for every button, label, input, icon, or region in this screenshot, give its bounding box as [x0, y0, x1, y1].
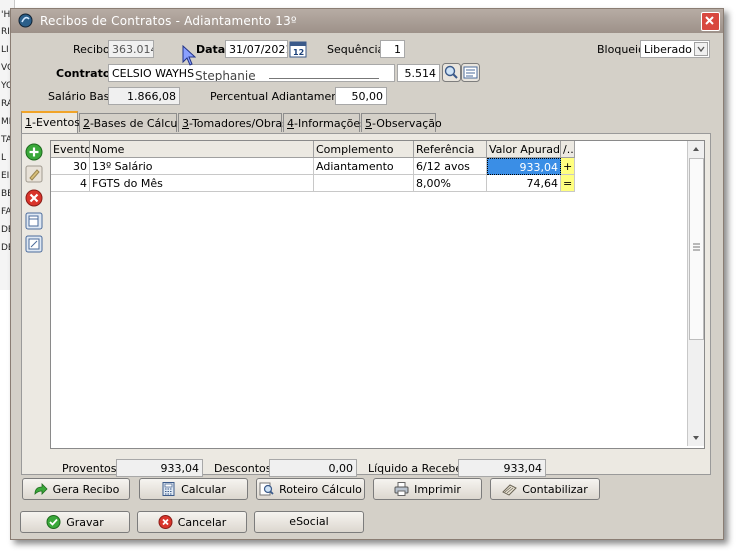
- eventos-grid: Evento Nome Complemento Referência Valor…: [50, 140, 705, 449]
- scrollbar-thumb[interactable]: [689, 158, 704, 340]
- mouse-cursor-icon: [182, 45, 196, 66]
- background-item: RI: [1, 27, 10, 37]
- title-bar[interactable]: Recibos de Contratos - Adiantamento 13º: [11, 9, 723, 33]
- tab-tomadores-obras[interactable]: 3-Tomadores/Obras: [178, 113, 288, 132]
- cancelar-button[interactable]: Cancelar: [137, 511, 247, 533]
- tab-informacoes[interactable]: 4-Informações: [283, 113, 366, 132]
- percentual-field[interactable]: 50,00: [335, 87, 387, 105]
- column-header-valor-apurado[interactable]: Valor Apurado: [487, 141, 561, 158]
- svg-text:12: 12: [293, 48, 304, 57]
- ledger-icon: [502, 484, 518, 496]
- table-cell-evento[interactable]: 30: [51, 158, 90, 175]
- roteiro-calculo-button[interactable]: Roteiro Cálculo: [256, 478, 365, 500]
- sequencia-label: Sequência: [327, 43, 385, 56]
- column-header-sinal[interactable]: /...: [561, 141, 575, 158]
- chevron-down-icon[interactable]: [694, 42, 708, 56]
- edit-icon[interactable]: [25, 165, 43, 183]
- recibo-label: Recibo: [73, 43, 110, 56]
- table-cell-referencia[interactable]: 6/12 avos: [414, 158, 487, 175]
- magnifier-document-icon: [259, 482, 274, 496]
- app-icon: [18, 13, 33, 28]
- contrato-code-field[interactable]: 5.514: [397, 64, 440, 82]
- bloqueio-select[interactable]: Liberado: [640, 40, 710, 58]
- contrato-name: CELSIO WAYHS: [112, 67, 195, 80]
- recibo-field[interactable]: 363.014: [108, 40, 154, 58]
- recibo-window: Recibos de Contratos - Adiantamento 13º …: [10, 8, 724, 540]
- tab-observacao[interactable]: 5-Observação: [361, 113, 442, 132]
- column-header-nome[interactable]: Nome: [90, 141, 314, 158]
- table-cell-nome[interactable]: FGTS do Mês: [90, 175, 314, 192]
- table-cell-valor-selected[interactable]: 933,04: [487, 158, 561, 175]
- bloqueio-value: Liberado: [644, 43, 692, 56]
- grip-icon: [693, 243, 700, 251]
- imprimir-button[interactable]: Imprimir: [373, 478, 482, 500]
- tab-eventos[interactable]: 1-Eventos: [21, 111, 80, 133]
- gera-recibo-button[interactable]: Gera Recibo: [22, 478, 130, 500]
- calculator-icon: [162, 482, 175, 496]
- list-icon[interactable]: [461, 63, 480, 82]
- column-header-evento[interactable]: Evento: [51, 141, 90, 158]
- document-icon[interactable]: [25, 235, 43, 253]
- vertical-scrollbar[interactable]: [687, 141, 704, 446]
- background-item: LI: [1, 45, 9, 55]
- descontos-label: Descontos: [214, 462, 272, 475]
- salario-base-field[interactable]: 1.866,08: [108, 87, 180, 105]
- table-cell-valor[interactable]: 74,64: [487, 175, 561, 192]
- bloqueio-label: Bloqueio: [597, 43, 645, 56]
- percentual-label: Percentual Adiantamento: [210, 90, 350, 103]
- gravar-button[interactable]: Gravar: [20, 511, 130, 533]
- column-header-referencia[interactable]: Referência: [414, 141, 487, 158]
- salario-base-label: Salário Base: [48, 90, 117, 103]
- window-title: Recibos de Contratos - Adiantamento 13º: [40, 14, 297, 28]
- table-cell-nome[interactable]: 13º Salário: [90, 158, 314, 175]
- sequencia-field[interactable]: 1: [380, 40, 405, 58]
- calcular-button[interactable]: Calcular: [139, 478, 248, 500]
- table-cell-sinal[interactable]: +: [561, 158, 575, 175]
- data-field[interactable]: 31/07/2021: [225, 40, 288, 58]
- contrato-name-field[interactable]: CELSIO WAYHS Stephanie: [108, 64, 395, 82]
- calendar-icon[interactable]: 12: [289, 40, 307, 58]
- close-icon: [705, 16, 714, 25]
- table-cell-complemento[interactable]: [314, 175, 414, 192]
- table-cell-sinal[interactable]: =: [561, 175, 575, 192]
- column-header-complemento[interactable]: Complemento: [314, 141, 414, 158]
- table-cell-evento[interactable]: 4: [51, 175, 90, 192]
- check-icon: [46, 515, 61, 529]
- liquido-label: Líquido a Receber: [368, 462, 467, 475]
- background-item: L: [1, 153, 7, 163]
- arrow-redo-icon: [34, 483, 48, 495]
- add-icon[interactable]: [25, 143, 43, 161]
- contabilizar-button[interactable]: Contabilizar: [490, 478, 600, 500]
- contrato-overlay-text: Stephanie: [195, 69, 256, 82]
- search-icon[interactable]: [442, 63, 461, 82]
- background-item: EI: [1, 171, 10, 181]
- scroll-down-icon[interactable]: [691, 433, 701, 443]
- tab-bases-calculo[interactable]: 2-Bases de Cálculo: [79, 113, 187, 132]
- table-cell-complemento[interactable]: Adiantamento: [314, 158, 414, 175]
- cancel-icon: [158, 515, 173, 529]
- descontos-field[interactable]: 0,00: [269, 459, 357, 477]
- contrato-label: Contrato: [56, 67, 111, 80]
- table-cell-referencia[interactable]: 8,00%: [414, 175, 487, 192]
- proventos-label: Proventos: [62, 462, 117, 475]
- close-button[interactable]: [701, 12, 720, 31]
- printer-icon: [394, 482, 409, 496]
- data-label: Data: [196, 43, 226, 56]
- delete-icon[interactable]: [25, 189, 43, 207]
- esocial-button[interactable]: eSocial: [254, 511, 364, 533]
- scroll-up-icon[interactable]: [691, 144, 701, 154]
- liquido-field[interactable]: 933,04: [458, 459, 546, 477]
- overlay-underline: [269, 78, 379, 79]
- proventos-field[interactable]: 933,04: [116, 459, 203, 477]
- copy-icon[interactable]: [25, 212, 43, 230]
